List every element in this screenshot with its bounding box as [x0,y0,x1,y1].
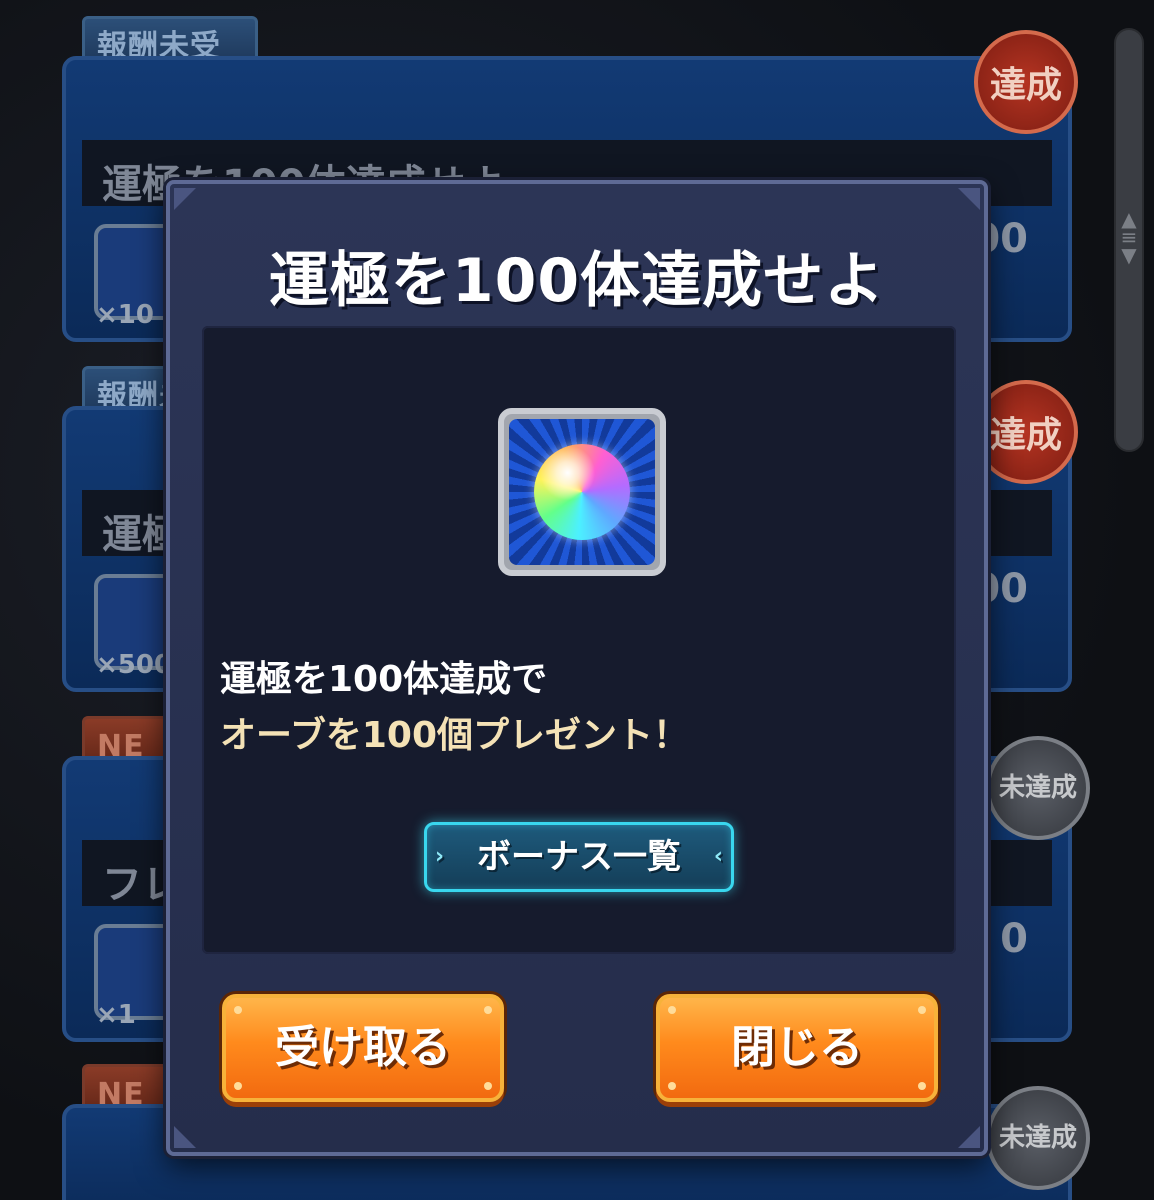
chevron-left-icon: ‹ [713,844,723,869]
achieved-stamp-icon: 達成 [974,30,1078,134]
frame-corner [174,188,196,210]
bonus-list-label: ボーナス一覧 [477,837,681,877]
dialog-title: 運極を100体達成せよ [268,246,886,316]
frame-corner [174,1126,196,1148]
reward-count: ×1 [96,1000,136,1030]
chevron-right-icon: › [435,844,445,869]
mission-progress-value: 0 [1000,916,1028,962]
close-button-label: 閉じる [731,1022,863,1073]
mission-screen: 報酬未受取 運極を100体達成せよ ×10 00 達成 報酬未 運極 ×500 … [0,0,1154,1200]
achieved-stamp-icon: 達成 [974,380,1078,484]
reward-item-frame [498,408,666,576]
reward-count: ×500 [96,650,173,680]
dialog-content-panel: 運極を100体達成で オーブを100個プレゼント！ › ボーナス一覧 ‹ [202,326,956,954]
mission-detail-dialog: 運極を100体達成せよ 運極を100体達成で オーブを100個プレゼント！ › … [166,180,988,1156]
not-achieved-stamp-icon: 未達成 [986,736,1090,840]
frame-corner [958,188,980,210]
close-button[interactable]: 閉じる [656,994,938,1102]
receive-button[interactable]: 受け取る [222,994,504,1102]
rainbow-orb-icon [534,444,630,540]
reward-count: ×10 [96,300,154,330]
frame-corner [958,1126,980,1148]
description-line-1: 運極を100体達成で [220,659,548,700]
not-achieved-stamp-icon: 未達成 [986,1086,1090,1190]
receive-button-label: 受け取る [275,1022,451,1073]
reward-item-background [509,419,655,565]
bonus-list-button[interactable]: › ボーナス一覧 ‹ [424,822,734,892]
scroll-grip-icon[interactable]: ▲ ≡ ▼ [1120,209,1138,270]
description-line-2: オーブを100個プレゼント！ [220,715,689,756]
reward-description: 運極を100体達成で オーブを100個プレゼント！ [220,652,689,764]
scrollbar[interactable]: ▲ ≡ ▼ [1114,28,1144,452]
